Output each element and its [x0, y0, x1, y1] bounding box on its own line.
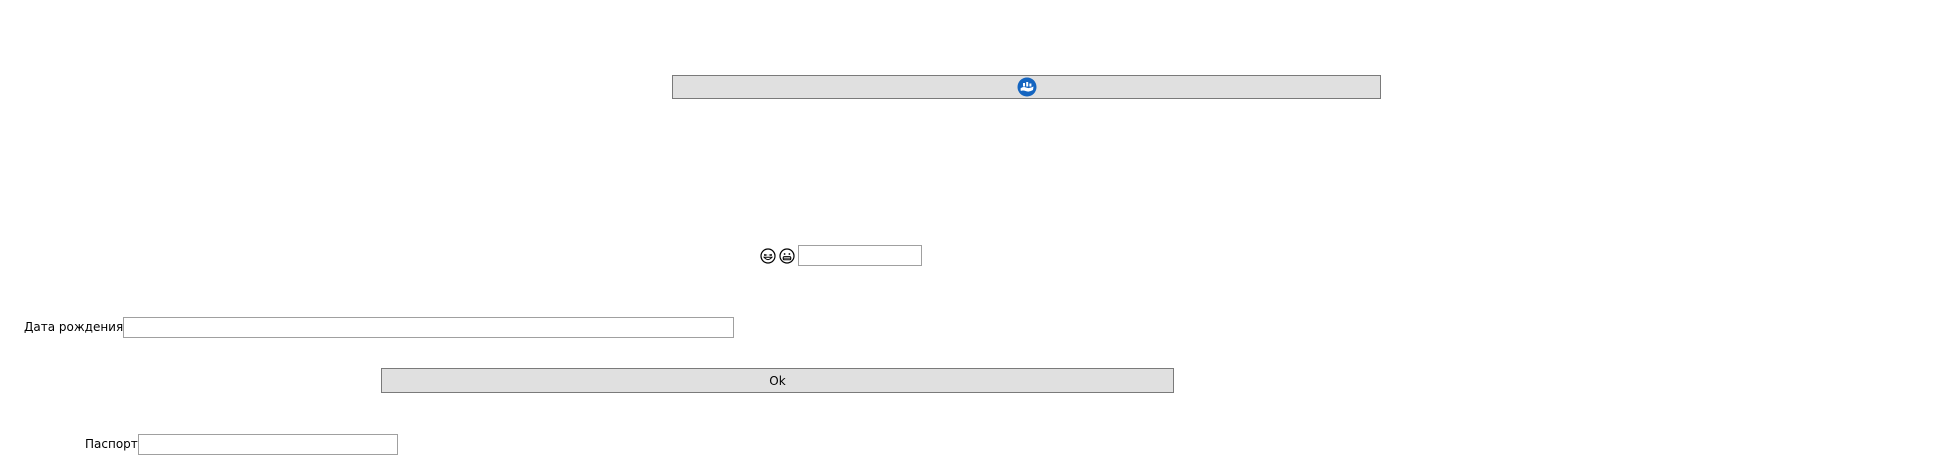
grinning-face-icon: [779, 247, 795, 264]
dob-row: Дата рождения: [24, 317, 735, 338]
dob-input[interactable]: [123, 317, 735, 338]
dob-label: Дата рождения: [24, 320, 124, 334]
icon-button[interactable]: [672, 75, 1381, 99]
passport-input[interactable]: [137, 434, 398, 455]
emoji-text-input[interactable]: [798, 245, 922, 266]
passport-row: Паспорт: [85, 434, 398, 455]
blue-circle-badge-icon: [1017, 77, 1036, 97]
emoji-input-row: [760, 245, 922, 266]
laughing-face-icon: [760, 247, 776, 264]
ok-button-label: Ok: [769, 373, 786, 388]
passport-label: Паспорт: [85, 437, 138, 451]
ok-button[interactable]: Ok: [381, 368, 1174, 393]
